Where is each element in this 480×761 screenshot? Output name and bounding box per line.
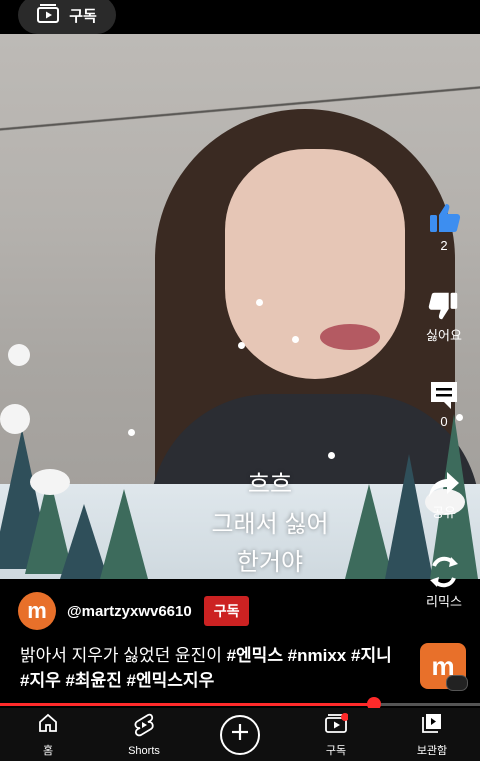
snow-decoration <box>8 344 30 366</box>
snowflake <box>292 336 299 343</box>
home-icon <box>37 712 59 739</box>
share-icon <box>418 470 470 500</box>
thumbs-up-icon <box>418 200 470 236</box>
remix-icon <box>418 555 470 589</box>
subscriptions-icon <box>37 3 60 28</box>
comment-icon <box>418 378 470 412</box>
description-text: 밝아서 지우가 싫었던 윤진이 <box>20 646 227 665</box>
like-count: 2 <box>440 238 448 253</box>
nav-home-label: 홈 <box>42 744 54 757</box>
snow-decoration <box>30 469 70 495</box>
dislike-label: 싫어요 <box>426 328 462 343</box>
video-caption: 흐흐 <box>247 471 293 498</box>
thumbs-down-icon <box>418 289 470 323</box>
snowflake <box>256 299 263 306</box>
video-player[interactable]: 흐흐 그래서 싫어 한거야 <box>0 34 480 579</box>
channel-handle[interactable]: @martzyxwv6610 <box>67 603 192 620</box>
video-caption: 한거야 <box>236 549 304 576</box>
remix-label: 리믹스 <box>426 594 462 609</box>
nav-create[interactable] <box>192 708 288 761</box>
video-caption: 그래서 싫어 <box>211 511 329 538</box>
nav-shorts[interactable]: Shorts <box>96 708 192 761</box>
progress-fill <box>0 703 375 706</box>
nav-home[interactable]: 홈 <box>0 708 96 761</box>
nav-library[interactable]: 보관함 <box>384 708 480 761</box>
remix-button[interactable]: 리믹스 <box>418 555 470 610</box>
snowflake <box>238 342 245 349</box>
share-button[interactable]: 공유 <box>418 470 470 521</box>
nav-shorts-label: Shorts <box>128 744 160 757</box>
plus-icon <box>230 722 250 747</box>
nav-library-label: 보관함 <box>416 744 448 757</box>
snowflake <box>128 429 135 436</box>
nav-subscriptions-label: 구독 <box>325 744 347 757</box>
share-label: 공유 <box>432 505 456 520</box>
shorts-icon <box>133 713 155 742</box>
nav-subscriptions[interactable]: 구독 <box>288 708 384 761</box>
playlist-badge-icon <box>446 675 468 691</box>
subscribe-button[interactable]: 구독 <box>203 596 250 626</box>
channel-row: m @martzyxwv6610 구독 <box>18 592 250 630</box>
video-person-mouth <box>320 324 380 350</box>
top-bar: 구독 <box>0 0 480 34</box>
library-icon <box>421 712 443 739</box>
create-button[interactable] <box>220 714 260 755</box>
related-video-thumbnail[interactable]: m <box>420 643 468 691</box>
subscriptions-pill[interactable]: 구독 <box>18 0 116 34</box>
snowflake <box>328 452 335 459</box>
subscriptions-nav-icon <box>324 712 349 739</box>
like-button[interactable]: 2 <box>418 200 470 253</box>
comment-count: 0 <box>440 414 448 429</box>
video-description[interactable]: 밝아서 지우가 싫었던 윤진이 #엔믹스 #nmixx #지니 #지우 #최윤진… <box>20 643 405 693</box>
bottom-nav: 홈 Shorts 구독 보관함 <box>0 708 480 761</box>
snow-decoration <box>0 404 30 434</box>
comments-button[interactable]: 0 <box>418 378 470 429</box>
video-person-face <box>225 149 405 379</box>
channel-avatar[interactable]: m <box>18 592 56 630</box>
dislike-button[interactable]: 싫어요 <box>418 289 470 344</box>
subscriptions-label: 구독 <box>69 7 97 25</box>
